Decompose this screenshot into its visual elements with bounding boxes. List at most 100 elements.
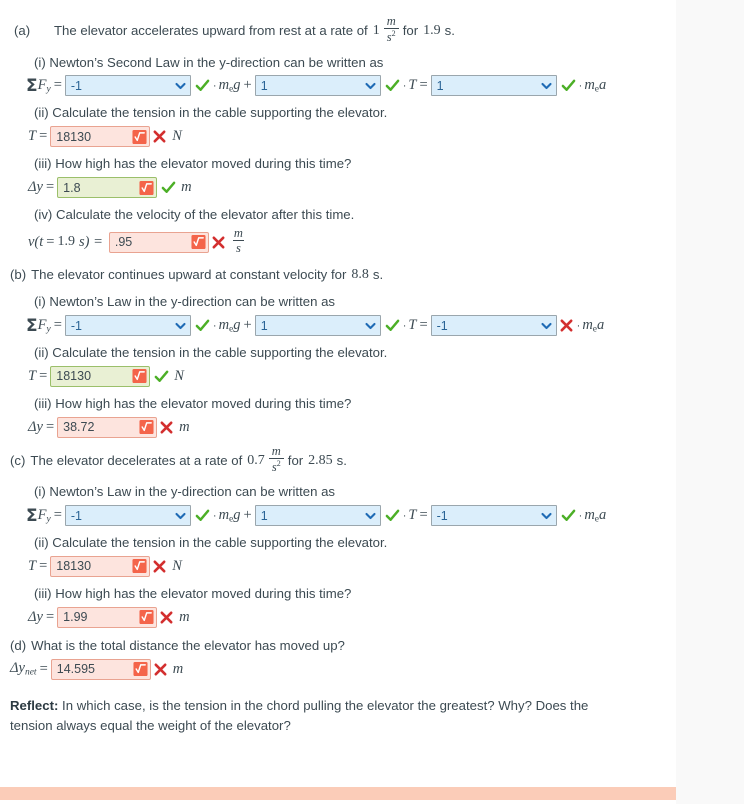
rate-numerator: m [271, 443, 281, 458]
calculator-icon[interactable] [191, 235, 206, 250]
tension-label: T [28, 128, 37, 145]
part-b-equation-row: Σ Fy = -1 · meg + 1 · T = -1 · mea [0, 314, 676, 338]
select-b-coefficient-2[interactable]: 1 [254, 315, 381, 337]
part-a-law-text: (i) Newton’s Second Law in the y-directi… [34, 54, 384, 70]
equals-sign: = [53, 317, 62, 334]
tension-label: T [28, 367, 37, 384]
calculator-icon[interactable] [132, 129, 147, 144]
select-b-coefficient-1[interactable]: -1 [64, 315, 191, 337]
chevron-down-icon [175, 80, 186, 91]
dot-2: · [402, 509, 407, 522]
calculator-icon[interactable] [139, 180, 154, 195]
part-a: (a) The elevator accelerates upward from… [0, 10, 676, 258]
part-c-time-unit: s. [336, 452, 347, 468]
select-c-coefficient-2[interactable]: 1 [254, 505, 381, 527]
select-c-coefficient-1[interactable]: -1 [64, 505, 191, 527]
equals-sign: = [53, 77, 62, 94]
select-a-coefficient-2[interactable]: 1 [254, 75, 381, 97]
check-icon [154, 369, 169, 384]
part-c-law-text: (i) Newton’s Law in the y-direction can … [34, 484, 336, 500]
calculator-icon[interactable] [139, 420, 154, 435]
part-b-text: The elevator continues upward at constan… [31, 266, 347, 282]
term-tension: T [408, 77, 417, 94]
displacement-label: Δy [28, 418, 43, 435]
velocity-unit: m s [232, 225, 244, 255]
part-a-question-2: (ii) Calculate the tension in the cable … [34, 105, 388, 121]
force-symbol: Fy [37, 507, 51, 525]
tension-unit: N [172, 128, 182, 145]
cross-icon [152, 559, 167, 574]
reflect-section: Reflect: In which case, is the tension i… [0, 682, 676, 737]
rate-denominator: s2 [268, 457, 284, 475]
calculator-icon[interactable] [132, 559, 147, 574]
part-d-label: (d) [10, 637, 27, 653]
select-value: -1 [436, 318, 448, 333]
part-c-time-value: 2.85 [308, 453, 333, 469]
dot-1: · [212, 319, 217, 332]
part-a-time-value: 1.9 [423, 23, 441, 39]
plus-sign: + [243, 77, 252, 94]
input-a-displacement[interactable]: 1.8 [57, 177, 158, 199]
part-c-label: (c) [10, 452, 26, 468]
force-symbol: Fy [37, 77, 51, 95]
equals-sign: = [39, 557, 48, 574]
term-mea: mea [584, 77, 607, 95]
bottom-progress-bar [0, 787, 676, 800]
part-c-question-2: (ii) Calculate the tension in the cable … [34, 535, 388, 551]
dot-3: · [576, 319, 581, 332]
chevron-down-icon [175, 320, 186, 331]
equals-sign: = [45, 418, 55, 435]
input-c-displacement[interactable]: 1.99 [57, 606, 158, 628]
select-a-coefficient-1[interactable]: -1 [64, 75, 191, 97]
calculator-icon[interactable] [133, 662, 148, 677]
part-b-time-unit: s. [372, 266, 384, 282]
cross-icon [211, 235, 226, 250]
check-icon [561, 508, 576, 523]
chevron-down-icon [541, 320, 552, 331]
force-symbol: Fy [37, 316, 51, 335]
part-b: (b) The elevator continues upward at con… [0, 258, 676, 439]
part-c-rate-value: 0.7 [247, 453, 265, 469]
input-value: 1.8 [63, 180, 81, 195]
chevron-down-icon [365, 510, 376, 521]
check-icon [195, 508, 210, 523]
tension-unit: N [174, 367, 184, 384]
cross-icon [153, 662, 168, 677]
displacement-unit: m [181, 179, 192, 196]
part-c-displacement-row: Δy = 1.99 m [0, 606, 676, 630]
reflect-text: In which case, is the tension in the cho… [10, 697, 589, 734]
part-a-heading: (a) The elevator accelerates upward from… [0, 10, 676, 48]
input-a-velocity[interactable]: .95 [108, 231, 209, 253]
input-value: .95 [114, 235, 133, 250]
input-c-tension[interactable]: 18130 [50, 555, 151, 577]
part-c-text-before: The elevator decelerates at a rate of [30, 452, 243, 468]
calculator-icon[interactable] [132, 369, 147, 384]
input-d-total-displacement[interactable]: 14.595 [50, 658, 151, 680]
term-meg: meg [218, 507, 241, 525]
select-value: 1 [436, 78, 444, 93]
input-a-tension[interactable]: 18130 [50, 126, 151, 148]
cross-icon [159, 610, 174, 625]
chevron-down-icon [365, 80, 376, 91]
total-displacement-unit: m [172, 660, 184, 677]
velocity-label-post: s) = [78, 233, 103, 250]
part-c-rate-units: m s2 [268, 443, 284, 475]
part-a-velocity-row: v(t = 1.9 s) = .95 m s [0, 225, 676, 259]
equals-sign: = [45, 608, 55, 625]
input-value: 18130 [56, 129, 92, 144]
input-b-tension[interactable]: 18130 [50, 365, 151, 387]
select-b-coefficient-3[interactable]: -1 [430, 315, 557, 337]
cross-icon [559, 318, 574, 333]
chevron-down-icon [175, 510, 186, 521]
tension-unit: N [172, 557, 182, 574]
equals-sign: = [39, 128, 48, 145]
input-b-displacement[interactable]: 38.72 [57, 416, 158, 438]
input-value: 18130 [56, 369, 92, 384]
select-c-coefficient-3[interactable]: -1 [430, 505, 557, 527]
check-icon [385, 508, 400, 523]
select-a-coefficient-3[interactable]: 1 [430, 75, 557, 97]
chevron-down-icon [541, 510, 552, 521]
dot-3: · [578, 509, 583, 522]
calculator-icon[interactable] [139, 610, 154, 625]
page-root: (a) The elevator accelerates upward from… [0, 0, 744, 804]
